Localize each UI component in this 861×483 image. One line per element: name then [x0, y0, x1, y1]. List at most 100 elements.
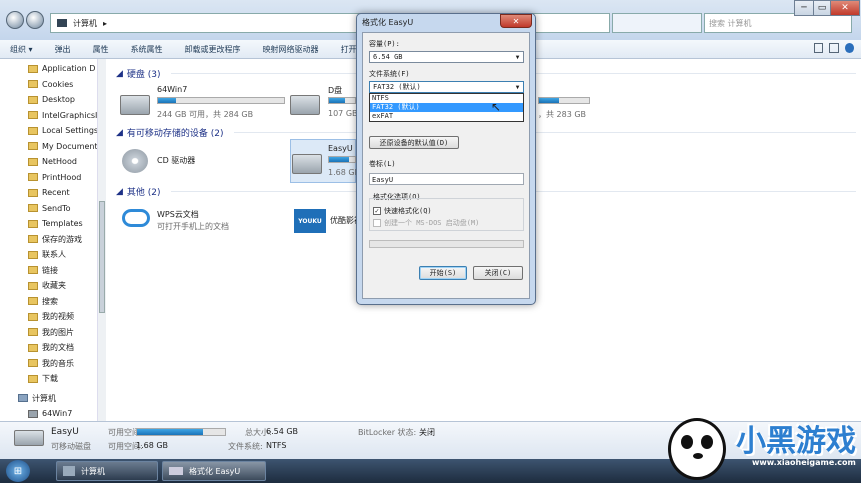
preview-pane-icon[interactable] [829, 43, 839, 53]
refresh-button[interactable] [612, 13, 702, 33]
sidebar-item[interactable]: Application D [0, 61, 105, 77]
sidebar-item[interactable]: 我的视频 [0, 309, 105, 325]
usb-drive-icon [292, 154, 322, 174]
sidebar-item[interactable]: 保存的游戏 [0, 232, 105, 248]
sidebar-item[interactable]: Local Settings [0, 123, 105, 139]
drive-d[interactable]: D盘 107 GB [290, 85, 358, 121]
toolbar-item[interactable]: 系统属性 [131, 44, 163, 55]
minimize-button[interactable]: ─ [794, 0, 814, 16]
sidebar-item[interactable]: 联系人 [0, 247, 105, 263]
volume-label-input[interactable]: EasyU [369, 173, 524, 185]
folder-icon [28, 312, 38, 321]
sidebar-item[interactable]: Recent [0, 185, 105, 201]
close-dialog-button[interactable]: 关闭(C) [473, 266, 523, 280]
sidebar-item[interactable]: 搜索 [0, 294, 105, 310]
usb-drive-icon [14, 430, 44, 446]
quick-format-checkbox[interactable]: ✓ 快速格式化(Q) [373, 206, 432, 216]
sidebar-item[interactable]: 我的文档 [0, 340, 105, 356]
sidebar-item[interactable]: 我的音乐 [0, 356, 105, 372]
toolbar-item[interactable]: 卸载或更改程序 [185, 44, 241, 55]
computer-icon [57, 19, 67, 27]
close-button[interactable]: ✕ [830, 0, 860, 16]
group-label: 其他 (2) [126, 188, 161, 198]
toolbar-item[interactable]: 映射网络驱动器 [263, 44, 319, 55]
back-button[interactable] [6, 11, 24, 29]
breadcrumb-chevron-icon: ▸ [103, 18, 108, 28]
breadcrumb: 计算机 [73, 18, 97, 28]
dialog-title: 格式化 EasyU [362, 18, 414, 27]
help-icon[interactable] [844, 43, 855, 53]
toolbar-item[interactable]: 弹出 [55, 44, 71, 55]
group-label: 硬盘 (3) [126, 70, 161, 80]
taskbar-item-format[interactable]: 格式化 EasyU [162, 461, 266, 481]
folder-icon [28, 281, 38, 290]
search-input[interactable]: 搜索 计算机 [704, 13, 852, 33]
drive-usage-bar [328, 97, 356, 104]
drive-third[interactable]: ，共 283 GB [538, 85, 638, 121]
drive-free-space: 107 GB [328, 109, 358, 118]
sidebar-item[interactable]: PrintHood [0, 170, 105, 186]
filesystem-label: 文件系统(F) [369, 70, 410, 78]
sidebar-item[interactable]: My Document [0, 139, 105, 155]
sidebar-item-64win7[interactable]: 64Win7 [0, 406, 105, 421]
scrollbar-thumb[interactable] [99, 201, 105, 313]
sidebar-item-label: My Document [42, 141, 98, 151]
restore-defaults-button[interactable]: 还原设备的默认值(D) [369, 136, 459, 149]
sidebar-item[interactable]: SendTo [0, 201, 105, 217]
group-label: 有可移动存储的设备 (2) [126, 129, 224, 139]
sidebar-item-label: Templates [42, 219, 83, 229]
details-bitlocker-label: BitLocker 状态: [358, 428, 417, 437]
dialog-close-button[interactable]: ✕ [500, 14, 532, 28]
checkbox-icon [373, 219, 381, 227]
drive-easyu-selected[interactable]: EasyU 1.68 GB [290, 139, 360, 183]
youku-video[interactable]: YOUKU 优酷影视 [294, 209, 362, 237]
sidebar-item[interactable]: 收藏夹 [0, 278, 105, 294]
sidebar-item-computer[interactable]: 计算机 [0, 391, 105, 407]
folder-icon [28, 188, 38, 197]
sidebar-item[interactable]: NetHood [0, 154, 105, 170]
folder-icon [28, 297, 38, 306]
sidebar-item[interactable]: Templates [0, 216, 105, 232]
folder-icon [28, 235, 38, 244]
sidebar-item[interactable]: 我的图片 [0, 325, 105, 341]
msdos-startup-checkbox[interactable]: 创建一个 MS-DOS 启动盘(M) [373, 218, 479, 228]
sidebar-item[interactable]: IntelGraphicsI [0, 108, 105, 124]
folder-icon [28, 250, 38, 259]
drive-icon [28, 409, 38, 418]
details-bitlocker-value: 关闭 [419, 428, 435, 437]
sidebar-item[interactable]: Desktop [0, 92, 105, 108]
cloud-icon [122, 209, 150, 227]
details-name: EasyU [51, 427, 79, 437]
taskbar-item-computer[interactable]: 计算机 [56, 461, 158, 481]
format-progress-bar [369, 240, 524, 248]
folder-icon [28, 328, 38, 337]
folder-icon [28, 266, 38, 275]
maximize-button[interactable]: ▭ [813, 0, 831, 16]
view-icon[interactable] [814, 43, 824, 53]
wps-cloud-docs[interactable]: WPS云文档 可打开手机上的文档 [118, 205, 288, 235]
toolbar-item[interactable]: 属性 [93, 44, 109, 55]
computer-icon [18, 394, 28, 403]
start-button[interactable]: ⊞ [6, 460, 30, 482]
item-name: WPS云文档 [157, 210, 199, 219]
start-button[interactable]: 开始(S) [419, 266, 467, 280]
sidebar-scrollbar[interactable] [97, 59, 106, 421]
taskbar: ⊞ 计算机 格式化 EasyU [0, 459, 861, 483]
forward-button[interactable] [26, 11, 44, 29]
dialog-body: 容量(P): 6.54 GB ▼ 文件系统(F) FAT32 (默认) ▼ NTFS… [362, 32, 530, 299]
folder-icon [28, 359, 38, 368]
cd-drive[interactable]: CD 驱动器 [118, 145, 268, 179]
sidebar-item-label: 搜索 [42, 296, 58, 306]
drive-64win7[interactable]: 64Win7 244 GB 可用，共 284 GB [118, 85, 288, 121]
toolbar-item[interactable]: 打开 [341, 44, 357, 55]
navigation-pane: Application D Cookies Desktop IntelGraphics… [0, 59, 106, 421]
sidebar-item-label: 保存的游戏 [42, 234, 82, 244]
sidebar-item[interactable]: Cookies [0, 77, 105, 93]
capacity-select[interactable]: 6.54 GB ▼ [369, 51, 524, 63]
toolbar-item[interactable]: 组织 ▾ [10, 44, 33, 55]
volume-label: 卷标(L) [369, 160, 396, 168]
sidebar-item[interactable]: 链接 [0, 263, 105, 279]
filesystem-select[interactable]: FAT32 (默认) ▼ [369, 81, 524, 93]
sidebar-item-label: 下载 [42, 374, 58, 384]
sidebar-item[interactable]: 下载 [0, 371, 105, 387]
